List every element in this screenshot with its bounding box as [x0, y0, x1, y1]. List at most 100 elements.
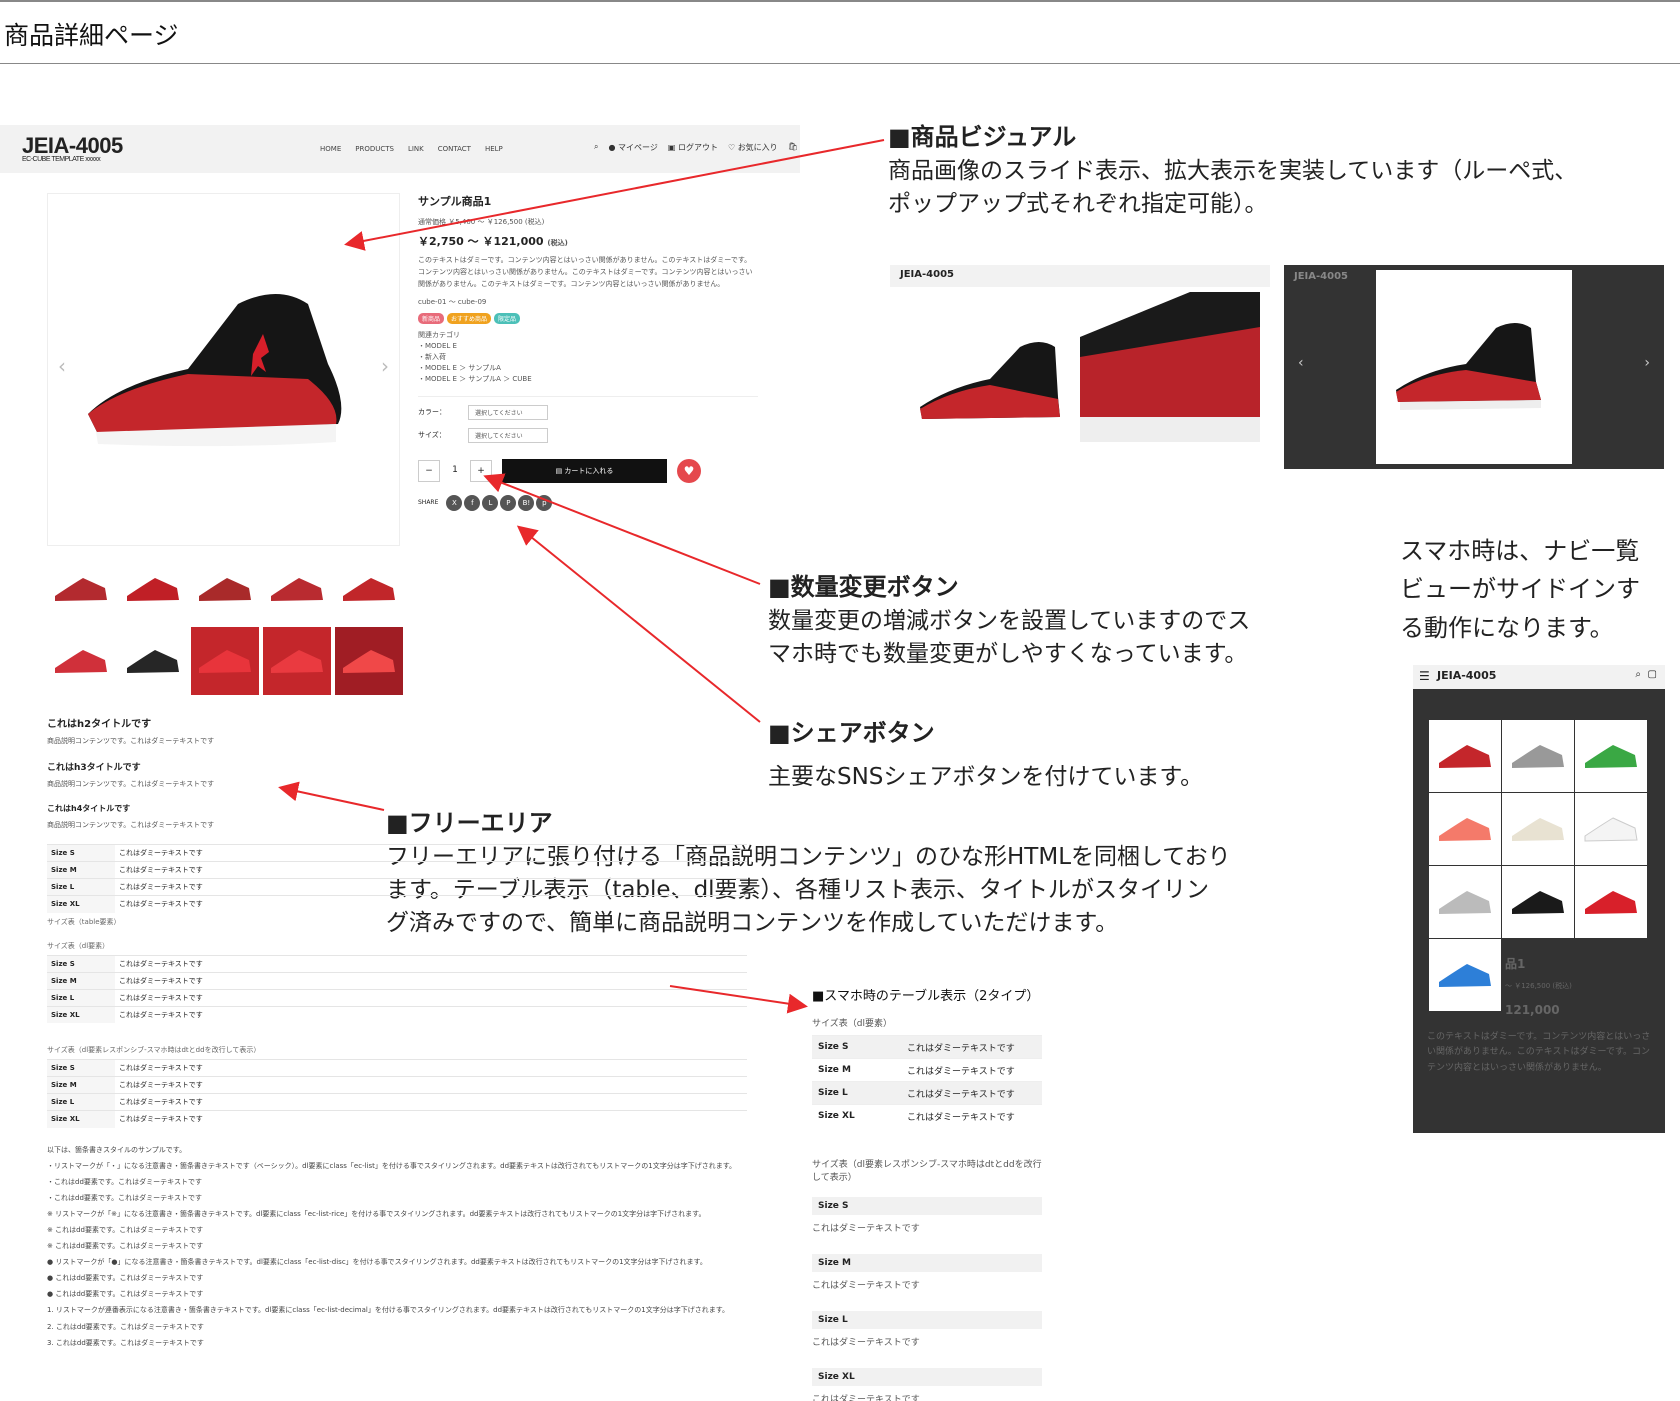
nav-link[interactable]: LINK: [408, 145, 424, 153]
cart-icon[interactable]: 🛍: [788, 142, 798, 153]
sp-table-heading: ■スマホ時のテーブル表示（2タイプ）: [812, 989, 1040, 1004]
menu-icon[interactable]: ☰: [1419, 669, 1430, 683]
table-cell: Size L: [818, 1088, 848, 1098]
list-item: ● リストマークが「●」になる注意書き・箇条書きテキストです。dl要素にclas…: [47, 1258, 707, 1267]
popup-prev-icon[interactable]: ‹: [1298, 355, 1304, 371]
popup-zoom-screenshot: JEIA-4005 ‹ ›: [1284, 265, 1664, 469]
grid-thumb[interactable]: [1575, 720, 1647, 792]
list-item: ● これはdd要素です。これはダミーテキストです: [47, 1274, 204, 1283]
sp-table-sample: ■スマホ時のテーブル表示（2タイプ） サイズ表（dl要素） Size S これはダ…: [812, 985, 1042, 1401]
grid-thumb[interactable]: [1429, 793, 1501, 865]
category-link[interactable]: ・MODEL E ＞ サンプルA ＞ CUBE: [418, 374, 758, 385]
x-share-icon[interactable]: X: [446, 494, 463, 511]
table-cell: これはダミーテキストです: [115, 954, 747, 972]
search-icon[interactable]: ⌕: [1635, 669, 1641, 680]
sale-price-value: ￥2,750 〜 ￥121,000: [418, 235, 544, 248]
category-link[interactable]: ・新入荷: [418, 352, 758, 363]
dd-cell: これはダミーテキストです: [812, 1281, 920, 1291]
thumbnail[interactable]: [335, 555, 403, 623]
site-logo[interactable]: JEIA-4005 EC-CUBE TEMPLATE xxxxx: [22, 133, 123, 163]
grid-thumb[interactable]: [1502, 720, 1574, 792]
table-cell: これはダミーテキストです: [115, 878, 747, 896]
thumbnail[interactable]: [191, 627, 259, 695]
prev-arrow-icon[interactable]: ‹: [58, 354, 66, 378]
nav-home[interactable]: HOME: [320, 145, 341, 153]
grid-thumb[interactable]: [1502, 793, 1574, 865]
hatena-share-icon[interactable]: B!: [518, 494, 535, 511]
table-row: Size XL これはダミーテキストです: [47, 895, 747, 913]
mini-logo: JEIA-4005: [1294, 271, 1348, 282]
free-p: 商品説明コンテンツです。これはダミーテキストです: [47, 780, 215, 788]
thumbnail[interactable]: [191, 555, 259, 623]
search-icon[interactable]: ⌕: [594, 142, 598, 153]
nav-favorite-label: お気に入り: [737, 143, 778, 152]
add-to-cart-button[interactable]: ▤ カートに入れる: [502, 458, 667, 483]
pinterest-share-icon[interactable]: p: [536, 494, 553, 511]
table-cell: これはダミーテキストです: [115, 861, 747, 879]
favorite-button[interactable]: ♥: [677, 458, 701, 483]
callout-qty: ■数量変更ボタン 数量変更の増減ボタンを設置していますのでス マホ時でも数量変更…: [768, 570, 1288, 671]
facebook-share-icon[interactable]: f: [464, 494, 481, 511]
share-label: SHARE: [418, 499, 439, 507]
dt-cell: Size XL: [812, 1368, 1042, 1386]
table-row: Size L これはダミーテキストです: [47, 878, 747, 896]
dt-cell: Size M: [812, 1254, 1042, 1272]
grid-thumb[interactable]: [1575, 866, 1647, 938]
dt-cell: Size S: [812, 1197, 1042, 1215]
grid-thumb[interactable]: [1429, 866, 1501, 938]
nav-contact[interactable]: CONTACT: [438, 145, 471, 153]
nav-favorite[interactable]: ♡ お気に入り: [728, 142, 778, 153]
thumbnail[interactable]: [47, 627, 115, 695]
grid-thumb[interactable]: [1502, 866, 1574, 938]
table-cell: Size XL: [47, 1110, 115, 1128]
grid-thumb[interactable]: [1429, 939, 1501, 1011]
list-item: ● これはdd要素です。これはダミーテキストです: [47, 1290, 204, 1299]
sale-price: ￥2,750 〜 ￥121,000 (税込): [418, 233, 758, 249]
pocket-share-icon[interactable]: P: [500, 494, 517, 511]
loupe-zoom-screenshot: JEIA-4005: [890, 265, 1270, 460]
category-link[interactable]: ・MODEL E ＞ サンプルA: [418, 363, 758, 374]
table-cell: Size M: [47, 971, 115, 989]
popup-next-icon[interactable]: ›: [1644, 355, 1650, 371]
main-product-image[interactable]: ‹ ›: [47, 193, 400, 546]
free-h4: これはh4タイトルです: [47, 804, 131, 813]
size-select[interactable]: 選択してください: [468, 427, 548, 443]
table-caption: サイズ表（dl要素）: [47, 941, 110, 950]
thumbnail[interactable]: [263, 627, 331, 695]
line-share-icon[interactable]: L: [482, 494, 499, 511]
global-nav: HOME PRODUCTS LINK CONTACT HELP: [320, 145, 503, 153]
nav-help[interactable]: HELP: [485, 145, 503, 153]
qty-input[interactable]: 1: [444, 460, 466, 482]
site-logo-text: JEIA-4005: [22, 133, 123, 158]
size-dl: Size S これはダミーテキストです Size M これはダミーテキストです Si…: [47, 954, 747, 1023]
buy-row: − 1 + ▤ カートに入れる ♥: [418, 458, 758, 483]
table-row: Size M これはダミーテキストです: [47, 971, 747, 989]
table-row: Size L これはダミーテキストです: [47, 1093, 747, 1111]
table-cell: これはダミーテキストです: [907, 1089, 1015, 1100]
phone-price: 121,000: [1505, 1003, 1560, 1017]
table-cell: Size XL: [47, 1005, 115, 1023]
thumbnail[interactable]: [335, 627, 403, 695]
list-intro: 以下は、箇条書きスタイルのサンプルです。: [47, 1145, 187, 1154]
thumbnail[interactable]: [119, 555, 187, 623]
sp-table-caption: サイズ表（dl要素レスポンシブ-スマホ時はdtとddを改行して表示）: [812, 1160, 1042, 1183]
cart-icon[interactable]: ▢: [1648, 669, 1657, 680]
thumbnail[interactable]: [263, 555, 331, 623]
table-row: Size L これはダミーテキストです: [47, 988, 747, 1006]
qty-plus-button[interactable]: +: [470, 459, 492, 482]
category-link[interactable]: ・MODEL E: [418, 341, 758, 352]
thumbnail[interactable]: [119, 627, 187, 695]
sp-table-caption: サイズ表（dl要素）: [812, 1019, 892, 1029]
list-item: 1. リストマークが連番表示になる注意書き・箇条書きテキストです。dl要素にcl…: [47, 1306, 730, 1315]
nav-logout[interactable]: ▣ ログアウト: [668, 142, 718, 153]
nav-products[interactable]: PRODUCTS: [355, 145, 394, 153]
grid-thumb[interactable]: [1575, 793, 1647, 865]
table-caption: サイズ表（table要素）: [47, 917, 121, 926]
next-arrow-icon[interactable]: ›: [381, 354, 389, 378]
thumbnail[interactable]: [47, 555, 115, 623]
color-select[interactable]: 選択してください: [468, 404, 548, 420]
loupe-shoe-image: [920, 292, 1260, 442]
grid-thumb[interactable]: [1429, 720, 1501, 792]
nav-mypage[interactable]: ● マイページ: [608, 142, 657, 153]
qty-minus-button[interactable]: −: [418, 459, 440, 482]
